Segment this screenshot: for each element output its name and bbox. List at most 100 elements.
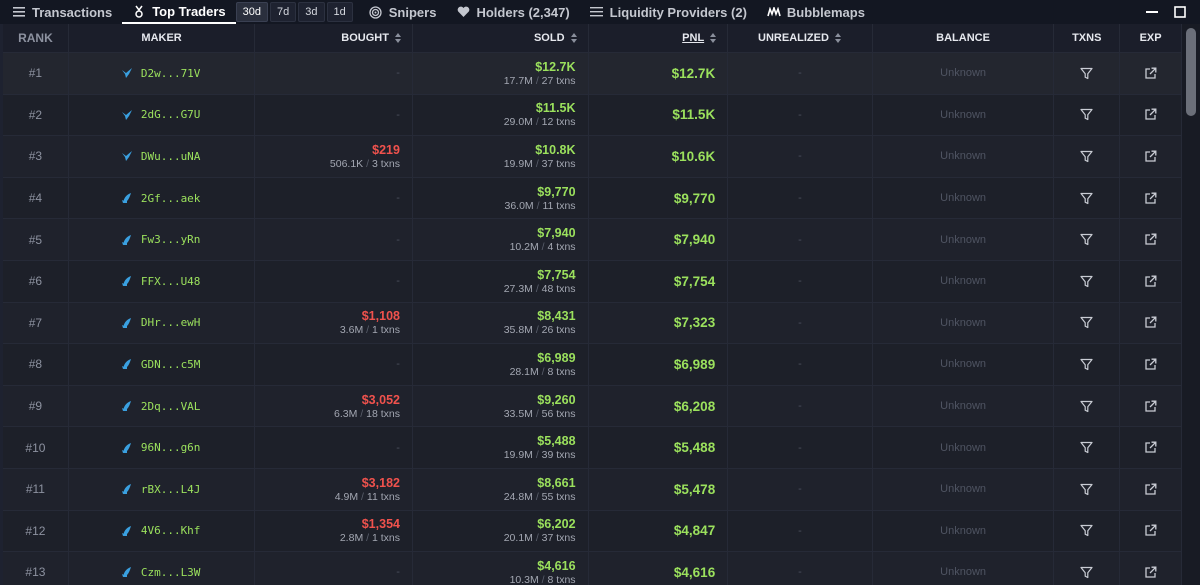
maker-address[interactable]: Fw3...yRn [69, 233, 255, 246]
filter-icon[interactable] [1080, 274, 1094, 288]
pnl-cell: $7,754 [589, 260, 729, 302]
external-link-icon[interactable] [1144, 482, 1158, 496]
external-link-icon[interactable] [1144, 441, 1158, 455]
external-link-icon[interactable] [1144, 66, 1158, 80]
tab-snipers[interactable]: Snipers [359, 0, 447, 24]
filter-icon[interactable] [1080, 149, 1094, 163]
maker-address[interactable]: D2w...71V [69, 67, 255, 80]
minimize-icon[interactable] [1144, 4, 1160, 20]
period-1d[interactable]: 1d [326, 2, 353, 22]
filter-icon[interactable] [1080, 316, 1094, 330]
external-link-icon[interactable] [1144, 565, 1158, 579]
empty-dash: - [396, 233, 400, 246]
filter-icon[interactable] [1080, 441, 1094, 455]
maker-address[interactable]: 2Dq...VAL [69, 400, 255, 413]
sold-detail: 29.0M / 12 txns [503, 116, 576, 129]
external-link-icon[interactable] [1144, 274, 1158, 288]
balance-value: Unknown [940, 67, 987, 80]
external-link-icon[interactable] [1144, 316, 1158, 330]
bought-cell: - [255, 260, 413, 302]
maker-address[interactable]: rBX...L4J [69, 483, 255, 496]
external-link-icon[interactable] [1144, 191, 1158, 205]
maker-address[interactable]: DWu...uNA [69, 150, 255, 163]
balance-value: Unknown [940, 150, 987, 163]
filter-icon[interactable] [1080, 399, 1094, 413]
exp-cell [1120, 261, 1181, 302]
empty-dash: - [396, 566, 400, 579]
column-unrealized[interactable]: UNREALIZED [728, 24, 873, 52]
balance-cell: Unknown [873, 53, 1055, 94]
pnl-cell: $5,488 [589, 427, 729, 468]
table-row[interactable]: #12 4V6...Khf $1,354 2.8M / 1 txns $6,20… [3, 510, 1181, 553]
bought-cell: - [255, 219, 413, 260]
filter-icon[interactable] [1080, 191, 1094, 205]
maker-address[interactable]: 96N...g6n [69, 441, 255, 454]
tab-liquidity-providers[interactable]: Liquidity Providers (2) [580, 0, 757, 24]
maker-address[interactable]: 2Gf...aek [69, 192, 255, 205]
table-row[interactable]: #1 D2w...71V - $12.7K 17.7M / 27 txns $1… [3, 53, 1181, 95]
rank-cell: #3 [3, 136, 69, 177]
table-row[interactable]: #3 DWu...uNA $219 506.1K / 3 txns $10.8K… [3, 136, 1181, 178]
filter-icon[interactable] [1080, 233, 1094, 247]
exp-cell [1120, 552, 1181, 585]
external-link-icon[interactable] [1144, 357, 1158, 371]
balance-value: Unknown [940, 566, 987, 579]
column-rank: RANK [3, 24, 69, 52]
table-row[interactable]: #13 Czm...L3W - $4,616 10.3M / 8 txns $4… [3, 552, 1181, 585]
table-row[interactable]: #9 2Dq...VAL $3,052 6.3M / 18 txns $9,26… [3, 385, 1181, 428]
table-row[interactable]: #8 GDN...c5M - $6,989 28.1M / 8 txns $6,… [3, 344, 1181, 386]
filter-icon[interactable] [1080, 108, 1094, 122]
table-row[interactable]: #7 DHr...ewH $1,108 3.6M / 1 txns $8,431… [3, 302, 1181, 345]
unrealized-cell: - [728, 136, 873, 177]
balance-value: Unknown [940, 316, 987, 329]
exp-cell [1120, 386, 1181, 427]
txns-cell [1054, 260, 1121, 302]
table-row[interactable]: #11 rBX...L4J $3,182 4.9M / 11 txns $8,6… [3, 468, 1181, 511]
external-link-icon[interactable] [1144, 149, 1158, 163]
maker-address[interactable]: 4V6...Khf [69, 524, 255, 537]
period-30d[interactable]: 30d [235, 2, 269, 22]
external-link-icon[interactable] [1144, 108, 1158, 122]
filter-icon[interactable] [1080, 524, 1094, 538]
sold-cell: $11.5K 29.0M / 12 txns [413, 94, 589, 136]
period-7d[interactable]: 7d [270, 2, 297, 22]
column-sold[interactable]: SOLD [413, 24, 589, 52]
external-link-icon[interactable] [1144, 399, 1158, 413]
tab-transactions[interactable]: Transactions [0, 0, 122, 24]
maker-address[interactable]: DHr...ewH [69, 316, 255, 329]
filter-icon[interactable] [1080, 357, 1094, 371]
table-row[interactable]: #5 Fw3...yRn - $7,940 10.2M / 4 txns $7,… [3, 219, 1181, 261]
maker-cell: Czm...L3W [69, 552, 256, 585]
external-link-icon[interactable] [1144, 524, 1158, 538]
column-pnl[interactable]: PNL [589, 24, 729, 52]
scrollbar-thumb[interactable] [1186, 28, 1196, 116]
period-3d[interactable]: 3d [298, 2, 325, 22]
maker-address[interactable]: FFX...U48 [69, 275, 255, 288]
external-link-icon[interactable] [1144, 233, 1158, 247]
balance-value: Unknown [940, 483, 987, 496]
maker-address[interactable]: GDN...c5M [69, 358, 255, 371]
table-row[interactable]: #2 2dG...G7U - $11.5K 29.0M / 12 txns $1… [3, 94, 1181, 137]
tab-label: Holders (2,347) [476, 4, 570, 20]
pnl-cell: $12.7K [589, 53, 729, 94]
unrealized-cell: - [728, 302, 873, 344]
tab-holders[interactable]: Holders (2,347) [446, 0, 579, 24]
sold-cell: $9,260 33.5M / 56 txns [413, 385, 589, 427]
maker-address[interactable]: Czm...L3W [69, 566, 255, 579]
maker-address[interactable]: 2dG...G7U [69, 108, 255, 121]
maximize-icon[interactable] [1172, 4, 1188, 20]
filter-icon[interactable] [1080, 482, 1094, 496]
table-row[interactable]: #4 2Gf...aek - $9,770 36.0M / 11 txns $9… [3, 177, 1181, 220]
bought-cell: - [255, 552, 413, 585]
tab-bubblemaps[interactable]: Bubblemaps [757, 0, 875, 24]
sold-detail: 20.1M / 37 txns [503, 532, 576, 545]
balance-value: Unknown [940, 358, 987, 371]
filter-icon[interactable] [1080, 565, 1094, 579]
column-bought[interactable]: BOUGHT [255, 24, 413, 52]
balance-value: Unknown [940, 400, 987, 413]
table-row[interactable]: #10 96N...g6n - $5,488 19.9M / 39 txns $… [3, 427, 1181, 469]
scrollbar[interactable] [1181, 24, 1200, 585]
tab-top-traders[interactable]: Top Traders [122, 0, 236, 24]
table-row[interactable]: #6 FFX...U48 - $7,754 27.3M / 48 txns $7… [3, 260, 1181, 303]
filter-icon[interactable] [1080, 66, 1094, 80]
